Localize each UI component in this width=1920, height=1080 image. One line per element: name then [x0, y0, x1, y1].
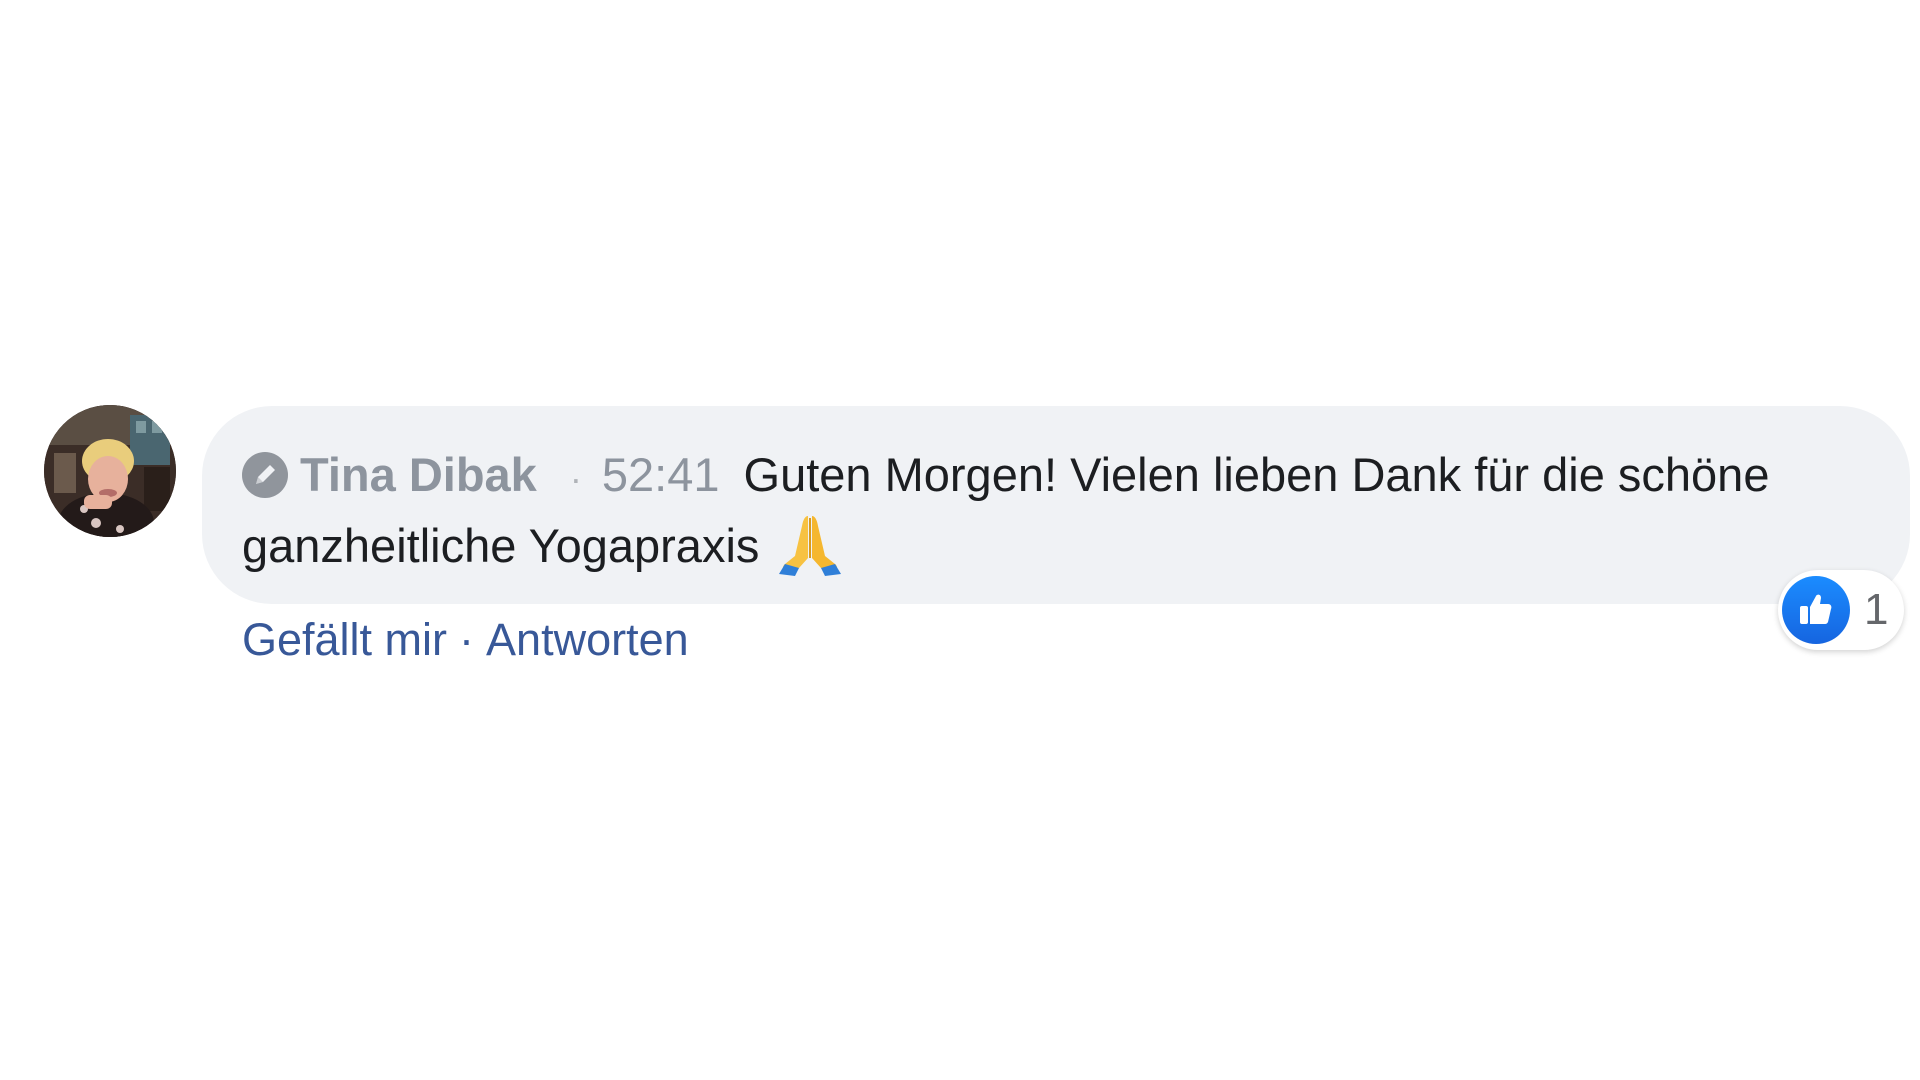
avatar-photo — [44, 405, 176, 537]
comment-body: Tina Dibak · 52:41 Guten Morgen! Vielen li… — [242, 442, 1862, 579]
reaction-count: 1 — [1864, 585, 1889, 634]
folded-hands-emoji-icon — [775, 512, 845, 578]
action-separator: · — [459, 614, 475, 665]
comment-thread: Tina Dibak · 52:41 Guten Morgen! Vielen li… — [0, 0, 1920, 1080]
comment-actions: Gefällt mir · Antworten — [242, 612, 689, 668]
thumbs-up-icon — [1782, 576, 1850, 644]
avatar[interactable] — [44, 405, 176, 537]
reactions-summary[interactable]: 1 — [1778, 570, 1904, 650]
comment-bubble: Tina Dibak · 52:41 Guten Morgen! Vielen li… — [202, 406, 1910, 604]
meta-separator: · — [569, 458, 582, 499]
timestamp[interactable]: 52:41 — [602, 448, 720, 501]
like-link[interactable]: Gefällt mir — [242, 614, 447, 665]
pencil-icon — [242, 452, 288, 498]
author-name[interactable]: Tina Dibak — [300, 448, 537, 501]
reply-link[interactable]: Antworten — [486, 614, 689, 665]
author-block: Tina Dibak — [242, 448, 550, 501]
